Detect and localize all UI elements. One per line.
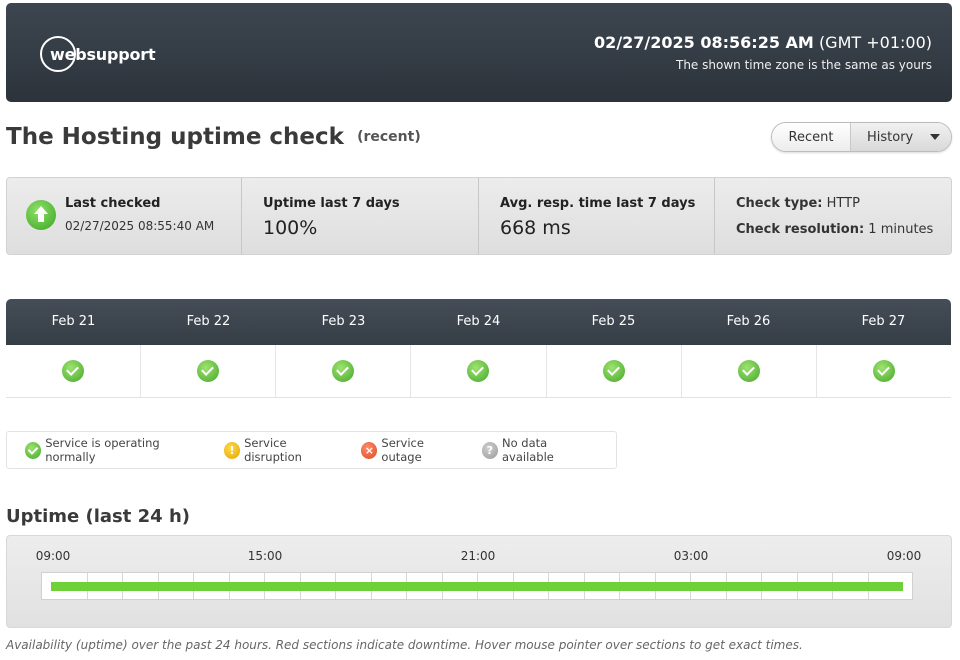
- day-label: Feb 23: [321, 314, 366, 329]
- uptime-value: 100%: [263, 217, 318, 239]
- day-label: Feb 27: [861, 314, 906, 329]
- check-circle-icon[interactable]: [872, 360, 895, 382]
- time-label: 09:00: [35, 549, 71, 563]
- day-label: Feb 21: [51, 314, 96, 329]
- legend-no-data-label: No data available: [501, 436, 554, 464]
- error-x-icon: ×: [361, 441, 378, 459]
- check-circle-icon[interactable]: [467, 360, 490, 382]
- legend-outage-label: Service outage: [381, 436, 424, 464]
- timezone-note: The shown time zone is the same as yours: [676, 58, 932, 72]
- day-label: Feb 26: [726, 314, 771, 329]
- legend-ok: Service is operating normally: [25, 436, 206, 464]
- time-label: 15:00: [247, 549, 283, 563]
- logo-text: websupport: [50, 45, 156, 64]
- stats-bar: Last checked 02/27/2025 08:55:40 AM Upti…: [6, 177, 952, 255]
- check-circle-icon[interactable]: [197, 360, 220, 382]
- day-status-cell[interactable]: [682, 345, 817, 397]
- last-checked-value: 02/27/2025 08:55:40 AM: [65, 219, 215, 233]
- resp-time-value: 668 ms: [500, 217, 571, 239]
- header-banner: websupport 02/27/2025 08:56:25 AM (GMT +…: [6, 3, 952, 102]
- view-switch: Recent History: [771, 122, 952, 152]
- check-type-value: HTTP: [826, 196, 860, 211]
- question-icon: ?: [481, 441, 498, 459]
- page-title-tag: (recent): [357, 129, 421, 145]
- day-label: Feb 22: [186, 314, 231, 329]
- status-legend: Service is operating normally ! Service …: [6, 431, 617, 469]
- daily-status-calendar: Feb 21 Feb 22 Feb 23 Feb 24 Feb 25 Feb 2…: [6, 299, 951, 398]
- up-arrow-icon: [26, 200, 56, 230]
- websupport-logo[interactable]: websupport: [40, 36, 170, 74]
- legend-outage: × Service outage: [361, 436, 464, 464]
- check-circle-icon[interactable]: [737, 360, 760, 382]
- last-checked-label: Last checked: [65, 196, 161, 211]
- uptime-caption: Availability (uptime) over the past 24 h…: [6, 638, 803, 652]
- resp-time-label: Avg. resp. time last 7 days: [500, 196, 696, 211]
- warning-icon: !: [223, 441, 241, 459]
- day-status-cell[interactable]: [276, 345, 412, 397]
- legend-disruption: ! Service disruption: [223, 436, 343, 464]
- uptime-24h-panel: 09:00 15:00 21:00 03:00 09:00: [6, 535, 952, 628]
- day-status-cell[interactable]: [141, 345, 277, 397]
- calendar-header: Feb 21 Feb 22 Feb 23 Feb 24 Feb 25 Feb 2…: [6, 299, 951, 345]
- stat-last-checked: Last checked 02/27/2025 08:55:40 AM: [7, 178, 241, 254]
- page-title-row: The Hosting uptime check (recent): [6, 124, 421, 150]
- uptime-24h-title: Uptime (last 24 h): [6, 506, 190, 527]
- uptime-label: Uptime last 7 days: [263, 196, 400, 211]
- check-circle-icon[interactable]: [62, 360, 85, 382]
- stat-response-time: Avg. resp. time last 7 days 668 ms: [478, 178, 714, 254]
- day-status-cell[interactable]: [817, 345, 951, 397]
- legend-disruption-label: Service disruption: [244, 436, 302, 464]
- page-title: The Hosting uptime check: [6, 124, 344, 150]
- day-label: Feb 25: [591, 314, 636, 329]
- check-resolution-label: Check resolution:: [736, 222, 865, 237]
- clock: 02/27/2025 08:56:25 AM (GMT +01:00) The …: [594, 33, 932, 72]
- stat-uptime: Uptime last 7 days 100%: [241, 178, 478, 254]
- check-circle-icon[interactable]: [602, 360, 625, 382]
- calendar-status-row: [6, 345, 951, 398]
- check-circle-icon[interactable]: [332, 360, 355, 382]
- legend-ok-label: Service is operating normally: [45, 436, 160, 464]
- timezone: (GMT +01:00): [818, 33, 932, 52]
- day-status-cell[interactable]: [547, 345, 682, 397]
- chevron-down-icon[interactable]: [930, 134, 940, 140]
- uptime-timeline[interactable]: [41, 572, 913, 600]
- current-datetime: 02/27/2025 08:56:25 AM: [594, 33, 814, 52]
- uptime-bar[interactable]: [51, 582, 903, 591]
- check-resolution-value: 1 minutes: [868, 222, 934, 237]
- check-circle-icon: [25, 441, 42, 459]
- recent-button[interactable]: Recent: [772, 123, 851, 151]
- time-label: 09:00: [886, 549, 922, 563]
- legend-no-data: ? No data available: [481, 436, 598, 464]
- day-label: Feb 24: [456, 314, 501, 329]
- check-type-label: Check type:: [736, 196, 823, 211]
- stat-check-info: Check type: HTTP Check resolution: 1 min…: [714, 178, 951, 254]
- day-status-cell[interactable]: [6, 345, 142, 397]
- time-label: 03:00: [673, 549, 709, 563]
- day-status-cell[interactable]: [411, 345, 547, 397]
- time-label: 21:00: [460, 549, 496, 563]
